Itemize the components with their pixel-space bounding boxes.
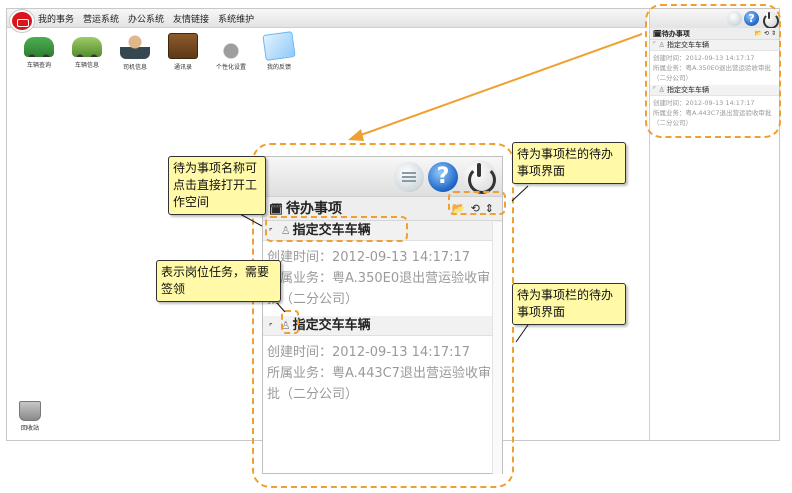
calendar-icon: 🗓 xyxy=(269,203,283,216)
corner-icon: ⌜ xyxy=(269,227,273,236)
refresh-icon[interactable]: ⟲ xyxy=(764,30,769,37)
todo-business: 所属业务：粤A.350E0退出营运验收审批（二分公司） xyxy=(267,271,491,307)
desktop-vehicle-query[interactable]: 车辆查询 xyxy=(15,33,63,71)
desktop-icon-label: 车辆信息 xyxy=(74,62,99,69)
desktop-icon-label: 司机信息 xyxy=(122,64,147,71)
calendar-icon: 🗓 xyxy=(653,30,662,38)
desktop-driver-info[interactable]: 司机信息 xyxy=(111,33,159,71)
folder-icon[interactable]: 📂 xyxy=(452,197,466,221)
sidebar-todo-title: 🗓待办事项 📂 ⟲ ⇕ xyxy=(650,28,779,40)
menu-my-affairs[interactable]: 我的事务 xyxy=(38,12,74,25)
sidebar-todo-item-name[interactable]: ⌜ ♙ 指定交车车辆 xyxy=(650,85,779,96)
person-icon[interactable]: ♙ xyxy=(281,319,291,332)
folder-icon[interactable]: 📂 xyxy=(755,30,762,37)
todo-item-body: 创建时间：2012-09-13 14:17:17 所属业务：粤A.350E0退出… xyxy=(263,241,502,316)
desktop-icons: 车辆查询 车辆信息 司机信息 通讯录 个性化设置 我的反馈 xyxy=(15,31,303,71)
menu-operations[interactable]: 营运系统 xyxy=(83,12,119,25)
todo-business: 所属业务：粤A.443C7退出营运验收审批（二分公司） xyxy=(267,366,491,402)
expand-icon[interactable]: ⇕ xyxy=(771,30,776,37)
contacts-icon xyxy=(168,33,198,59)
desktop-icon-label: 车辆查询 xyxy=(26,62,51,69)
todo-panel-zoomed: ? 🗓 待办事项 📂 ⟲ ⇕ ⌜ ♙ 指定交车车辆 创建时间：2012-09-13 1… xyxy=(262,156,503,474)
message-icon[interactable] xyxy=(394,161,424,192)
help-icon[interactable]: ? xyxy=(428,161,458,192)
green-car-icon xyxy=(24,37,54,57)
message-icon[interactable] xyxy=(727,11,742,26)
todo-controls: 📂 ⟲ ⇕ xyxy=(452,197,494,221)
desktop-icon-label: 个性化设置 xyxy=(215,64,246,71)
app-logo-icon xyxy=(10,10,34,32)
callout-name-click: 待为事项名称可点击直接打开工作空间 xyxy=(168,156,266,215)
help-icon[interactable]: ? xyxy=(744,11,759,26)
todo-item-name[interactable]: ⌜ ♙ 指定交车车辆 xyxy=(263,316,502,336)
power-icon[interactable] xyxy=(462,159,496,194)
sidebar-todo-item-body: 创建时间：2012-09-13 14:17:17 所属业务：粤A.443C7退出… xyxy=(653,99,772,127)
feedback-icon xyxy=(262,31,296,61)
desktop-recycle-bin[interactable]: 回收站 xyxy=(17,401,43,432)
callout-post-task: 表示岗位任务，需要签领 xyxy=(156,260,281,302)
todo-scrollbar[interactable] xyxy=(492,222,502,474)
person-icon[interactable]: ♙ xyxy=(281,224,291,237)
menu-maintenance[interactable]: 系统维护 xyxy=(218,12,254,25)
todo-item-name[interactable]: ⌜ ♙ 指定交车车辆 xyxy=(263,221,502,241)
expand-icon[interactable]: ⇕ xyxy=(485,197,494,221)
todo-item-body: 创建时间：2012-09-13 14:17:17 所属业务：粤A.443C7退出… xyxy=(263,336,502,411)
todo-created-time: 创建时间：2012-09-13 14:17:17 xyxy=(267,345,471,360)
callout-todo-panel-top: 待为事项栏的待办事项界面 xyxy=(512,142,626,184)
recycle-bin-label: 回收站 xyxy=(20,425,39,432)
recycle-bin-icon xyxy=(19,401,41,421)
sidebar-todo-item-body: 创建时间：2012-09-13 14:17:17 所属业务：粤A.350E0退出… xyxy=(653,54,772,82)
menu-links[interactable]: 友情链接 xyxy=(173,12,209,25)
settings-icon xyxy=(216,33,246,59)
menu-office[interactable]: 办公系统 xyxy=(128,12,164,25)
sidebar-todo-controls: 📂 ⟲ ⇕ xyxy=(755,28,776,40)
desktop-settings[interactable]: 个性化设置 xyxy=(207,33,255,71)
desktop-vehicle-info[interactable]: 车辆信息 xyxy=(63,33,111,71)
zoom-toolbar: ? xyxy=(263,157,502,197)
desktop-icon-label: 我的反馈 xyxy=(266,64,291,71)
desktop-icon-label: 通讯录 xyxy=(173,64,192,71)
sidebar-toolbar: ? xyxy=(650,9,779,29)
menu-bar: 我的事务 营运系统 办公系统 友情链接 系统维护 xyxy=(7,9,647,32)
power-icon[interactable] xyxy=(761,10,779,29)
todo-created-time: 创建时间：2012-09-13 14:17:17 xyxy=(267,250,471,265)
sidebar-todo-item-name[interactable]: ⌜ ♙ 指定交车车辆 xyxy=(650,40,779,51)
refresh-icon[interactable]: ⟲ xyxy=(471,197,480,221)
callout-todo-panel-bottom: 待为事项栏的待办事项界面 xyxy=(512,283,626,325)
driver-icon xyxy=(120,33,150,59)
car-icon xyxy=(72,37,102,57)
corner-icon: ⌜ xyxy=(269,322,273,331)
desktop-contacts[interactable]: 通讯录 xyxy=(159,33,207,71)
todo-sidebar: ? 🗓待办事项 📂 ⟲ ⇕ ⌜ ♙ 指定交车车辆 创建时间：2012-09-13… xyxy=(649,9,779,440)
todo-title: 🗓 待办事项 📂 ⟲ ⇕ xyxy=(263,197,502,221)
desktop-feedback[interactable]: 我的反馈 xyxy=(255,31,303,71)
